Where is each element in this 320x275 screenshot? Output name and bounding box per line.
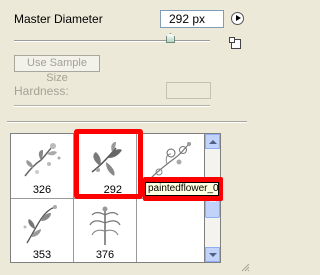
brush-preset-cell[interactable]: 326 (11, 134, 74, 199)
brush-fern-icon (89, 206, 121, 245)
brush-preset-cell[interactable]: 353 (11, 199, 74, 262)
divider (7, 121, 247, 123)
brush-blossom-icon (150, 142, 191, 179)
brush-preset-cell-empty (137, 199, 204, 262)
resize-grip-icon[interactable] (240, 262, 250, 272)
use-sample-size-button[interactable]: Use Sample Size (14, 55, 100, 84)
brush-preset-cell[interactable]: 376 (74, 199, 137, 262)
new-preset-icon[interactable] (229, 37, 241, 49)
scroll-up-button[interactable] (205, 134, 220, 149)
hardness-label: Hardness: (14, 84, 69, 98)
brush-leaf-icon (91, 142, 122, 176)
grid-scrollbar[interactable] (205, 133, 221, 263)
hardness-slider-track[interactable] (14, 105, 210, 107)
brush-size-label: 326 (32, 184, 52, 196)
brush-size-label: 292 (103, 184, 122, 196)
master-diameter-label: Master Diameter (14, 12, 103, 26)
panel-menu-button[interactable] (231, 12, 244, 25)
master-diameter-slider-thumb[interactable] (166, 33, 175, 43)
brush-preset-grid: 326 292 353 376 (10, 133, 205, 263)
brush-name-tooltip: paintedflower_05 (145, 182, 219, 196)
master-diameter-input[interactable]: 292 px (160, 10, 224, 28)
brush-preset-cell-selected[interactable]: 292 (74, 134, 137, 199)
hardness-input[interactable] (166, 82, 211, 99)
scroll-down-button[interactable] (205, 247, 220, 262)
brush-splatter-icon (24, 143, 61, 177)
master-diameter-slider-track[interactable] (14, 40, 210, 42)
brush-size-label: 353 (32, 249, 52, 261)
brush-sprig-icon (23, 205, 57, 244)
brush-size-label: 376 (95, 249, 115, 261)
